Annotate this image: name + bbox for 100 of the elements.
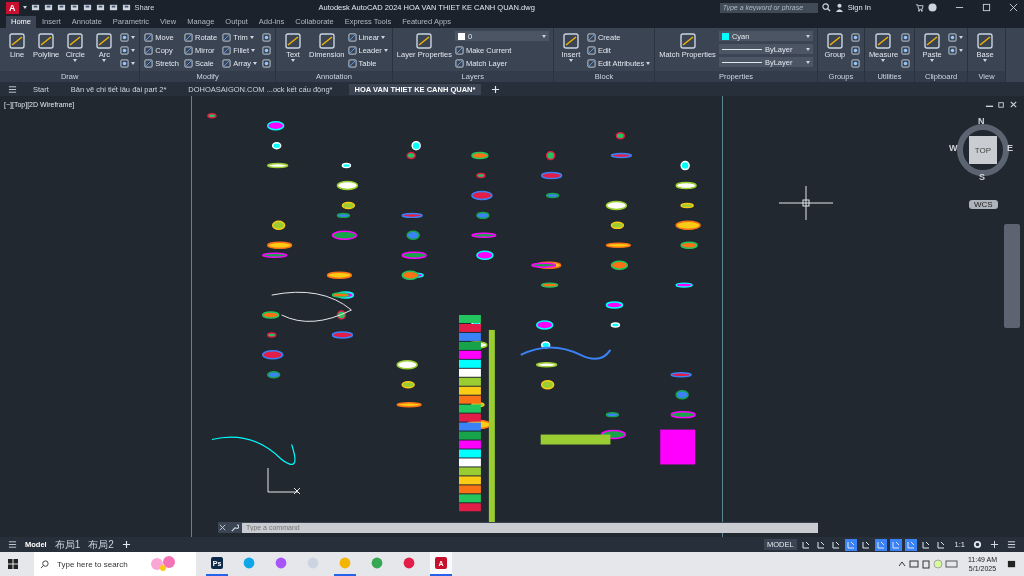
menu-icon[interactable]: [8, 540, 17, 549]
caret-icon: [381, 35, 386, 39]
tool-icon: [184, 45, 194, 55]
user-icon[interactable]: [834, 3, 844, 12]
toolbar-icon[interactable]: [56, 3, 66, 12]
tool-icon: [850, 45, 860, 55]
tool-icon: [120, 45, 130, 55]
tool-icon: [222, 45, 232, 55]
caret-icon: [568, 59, 573, 62]
tool-icon: [144, 45, 154, 55]
icon-button[interactable]: [120, 31, 136, 43]
close-icon[interactable]: [1009, 100, 1018, 109]
icon-button[interactable]: [850, 44, 860, 56]
search-icon[interactable]: [821, 3, 831, 12]
close-icon[interactable]: [218, 523, 227, 532]
tool-icon: [222, 32, 232, 42]
tool-icon: [414, 31, 435, 51]
notification-icon[interactable]: [1007, 559, 1016, 569]
icon-button[interactable]: [901, 44, 911, 56]
toolbar-icon[interactable]: [82, 3, 92, 12]
caret-icon: [646, 61, 651, 65]
caret-icon: [131, 35, 136, 39]
tool-icon: [120, 32, 130, 42]
status-toggle[interactable]: [844, 538, 857, 551]
toolbar-icon[interactable]: [30, 3, 40, 12]
icon-button[interactable]: [948, 31, 964, 43]
icon-button[interactable]: [262, 31, 272, 43]
tool-icon: [347, 45, 357, 55]
toggle-icon: [845, 539, 856, 550]
tool-icon: [262, 58, 272, 68]
caret-icon: [805, 47, 810, 51]
wrench-icon[interactable]: [230, 523, 239, 532]
compass-label[interactable]: E: [1007, 143, 1013, 153]
tool-icon: [850, 32, 860, 42]
layout-tab[interactable]: 布局1: [54, 538, 81, 551]
toggle-icon: [815, 539, 826, 550]
icon-button[interactable]: [120, 44, 136, 56]
toggle-icon: [800, 539, 811, 550]
tool-icon: [316, 31, 337, 51]
app-icon: [275, 557, 287, 569]
cart-icon[interactable]: [915, 3, 924, 12]
icon-button[interactable]: [850, 31, 860, 43]
caret-icon: [383, 48, 388, 52]
caret-icon: [959, 48, 964, 52]
toggle-icon: [860, 539, 871, 550]
tool-icon: [222, 58, 232, 68]
tool-icon: [824, 31, 845, 51]
taskbar-search-field[interactable]: Type here to search: [34, 552, 196, 576]
tool-icon: [454, 58, 464, 68]
icon-button[interactable]: [120, 57, 136, 69]
customize-icon[interactable]: [1007, 540, 1016, 549]
tool-icon: [901, 32, 911, 42]
tool-icon: [922, 31, 943, 51]
icon-button[interactable]: [262, 57, 272, 69]
tool-icon: [283, 31, 304, 51]
restore-icon[interactable]: [997, 100, 1006, 109]
add-tab-icon[interactable]: [121, 540, 131, 549]
app-icon: [371, 557, 383, 569]
status-toggle[interactable]: [874, 538, 887, 551]
icon-button[interactable]: [262, 44, 272, 56]
windows-start-icon[interactable]: [8, 559, 18, 569]
status-toggle[interactable]: [904, 538, 917, 551]
app-icon: [403, 557, 415, 569]
icon-button[interactable]: [850, 57, 860, 69]
menu-icon[interactable]: [8, 84, 17, 94]
icon-button[interactable]: [901, 57, 911, 69]
tool-icon: [144, 58, 154, 68]
maximize-icon[interactable]: [982, 3, 991, 12]
toolbar-icon[interactable]: [69, 3, 79, 12]
toolbar-icon[interactable]: [108, 3, 118, 12]
tool-icon: [347, 58, 357, 68]
compass-label[interactable]: S: [979, 172, 985, 182]
add-tab-icon[interactable]: [491, 84, 501, 94]
app-logo[interactable]: A: [6, 1, 19, 14]
toolbar-icon[interactable]: [121, 3, 131, 12]
plus-icon[interactable]: [990, 540, 999, 549]
toolbar-icon[interactable]: [95, 3, 105, 12]
tool-icon: [7, 31, 27, 51]
tool-icon: [901, 58, 911, 68]
wcs-menu[interactable]: WCS: [969, 200, 998, 209]
tool-icon: [184, 58, 194, 68]
compass-label[interactable]: N: [978, 116, 985, 126]
tool-icon: [948, 45, 958, 55]
layout-tab[interactable]: 布局2: [88, 538, 114, 551]
icon-button[interactable]: [948, 44, 964, 56]
app-icon: [307, 557, 319, 569]
viewcube-face[interactable]: TOP: [969, 136, 997, 164]
tool-icon: [873, 31, 894, 51]
settings-icon[interactable]: [973, 540, 982, 549]
status-toggle[interactable]: [889, 538, 902, 551]
icon-button[interactable]: [901, 31, 911, 43]
close-icon[interactable]: [1009, 3, 1018, 12]
tool-icon: [347, 32, 357, 42]
compass-label[interactable]: W: [949, 143, 958, 153]
caret-icon[interactable]: [22, 6, 27, 9]
caret-icon: [291, 59, 296, 62]
toolbar-icon[interactable]: [43, 3, 53, 12]
line-sample: [721, 61, 762, 63]
tray-icons-drawing[interactable]: [897, 559, 958, 569]
app-icon: [243, 557, 255, 569]
